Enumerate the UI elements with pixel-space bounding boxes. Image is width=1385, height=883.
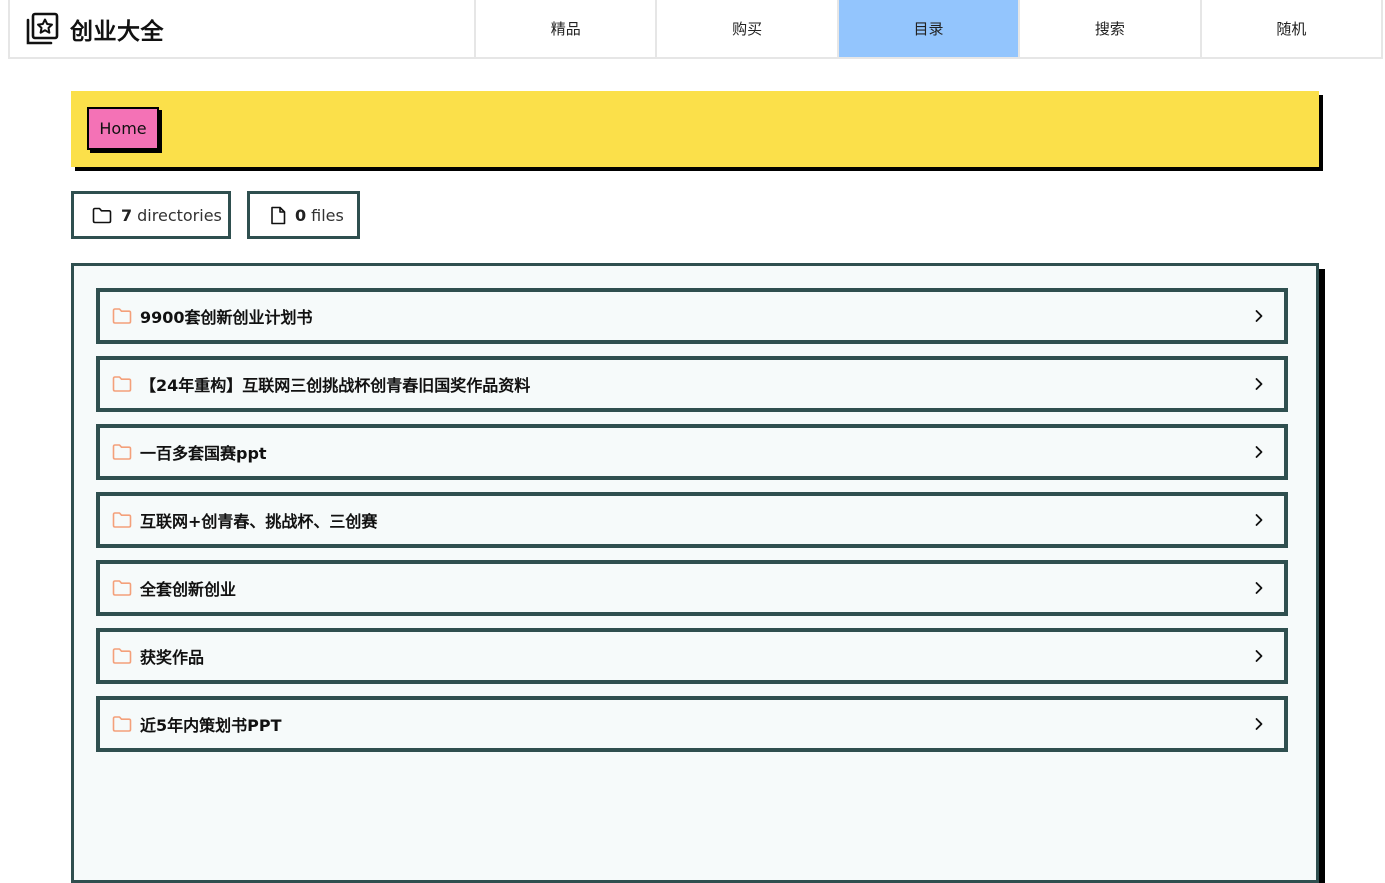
files-count-badge: 0 files: [247, 191, 360, 239]
folder-icon: [112, 444, 132, 460]
breadcrumb: Home: [71, 91, 1319, 167]
list-item[interactable]: 9900套创新创业计划书: [96, 288, 1288, 344]
files-label: files: [311, 205, 344, 225]
nav-item-search[interactable]: 搜索: [1020, 0, 1202, 57]
chevron-right-icon: [1255, 310, 1263, 322]
breadcrumb-home-link[interactable]: Home: [87, 107, 159, 150]
file-outline-icon: [271, 206, 286, 224]
chevron-right-icon: [1255, 446, 1263, 458]
list-item[interactable]: 全套创新创业: [96, 560, 1288, 616]
folder-icon: [112, 716, 132, 732]
folder-icon: [112, 580, 132, 596]
list-item-label: 获奖作品: [140, 648, 205, 667]
list-item-label: 互联网+创青春、挑战杯、三创赛: [140, 512, 378, 531]
list-item-label: 一百多套国赛ppt: [140, 444, 267, 463]
folder-icon: [112, 512, 132, 528]
list-item[interactable]: 一百多套国赛ppt: [96, 424, 1288, 480]
chevron-right-icon: [1255, 514, 1263, 526]
chevron-right-icon: [1255, 582, 1263, 594]
list-item-label: 【24年重构】互联网三创挑战杯创青春旧国奖作品资料: [140, 376, 531, 395]
brand-title: 创业大全: [70, 18, 164, 45]
brand[interactable]: 创业大全: [10, 0, 476, 57]
chevron-right-icon: [1255, 378, 1263, 390]
chevron-right-icon: [1255, 650, 1263, 662]
list-item-label: 全套创新创业: [140, 580, 237, 599]
directories-label: directories: [137, 205, 222, 225]
nav-item-featured[interactable]: 精品: [476, 0, 658, 57]
folder-icon: [112, 308, 132, 324]
list-item[interactable]: 互联网+创青春、挑战杯、三创赛: [96, 492, 1288, 548]
files-count: 0: [295, 205, 307, 225]
nav-item-directory[interactable]: 目录: [838, 0, 1021, 57]
list-item-label: 近5年内策划书PPT: [140, 716, 282, 735]
chevron-right-icon: [1255, 718, 1263, 730]
nav-item-random[interactable]: 随机: [1202, 0, 1381, 57]
nav-item-purchase[interactable]: 购买: [657, 0, 839, 57]
folder-outline-icon: [92, 207, 112, 223]
list-item[interactable]: 获奖作品: [96, 628, 1288, 684]
nav-menu: 精品 购买 目录 搜索 随机: [476, 0, 1381, 57]
directories-count: 7: [121, 205, 133, 225]
star-folder-icon: [26, 12, 59, 44]
list-item[interactable]: 【24年重构】互联网三创挑战杯创青春旧国奖作品资料: [96, 356, 1288, 412]
directory-listing: 9900套创新创业计划书 【24年重构】互联网三创挑战杯创青春旧国奖作品资料 一…: [71, 263, 1319, 883]
folder-icon: [112, 376, 132, 392]
directories-count-badge: 7 directories: [71, 191, 231, 239]
folder-icon: [112, 648, 132, 664]
list-item[interactable]: 近5年内策划书PPT: [96, 696, 1288, 752]
top-navbar: 创业大全 精品 购买 目录 搜索 随机: [8, 0, 1383, 59]
list-item-label: 9900套创新创业计划书: [140, 308, 313, 327]
